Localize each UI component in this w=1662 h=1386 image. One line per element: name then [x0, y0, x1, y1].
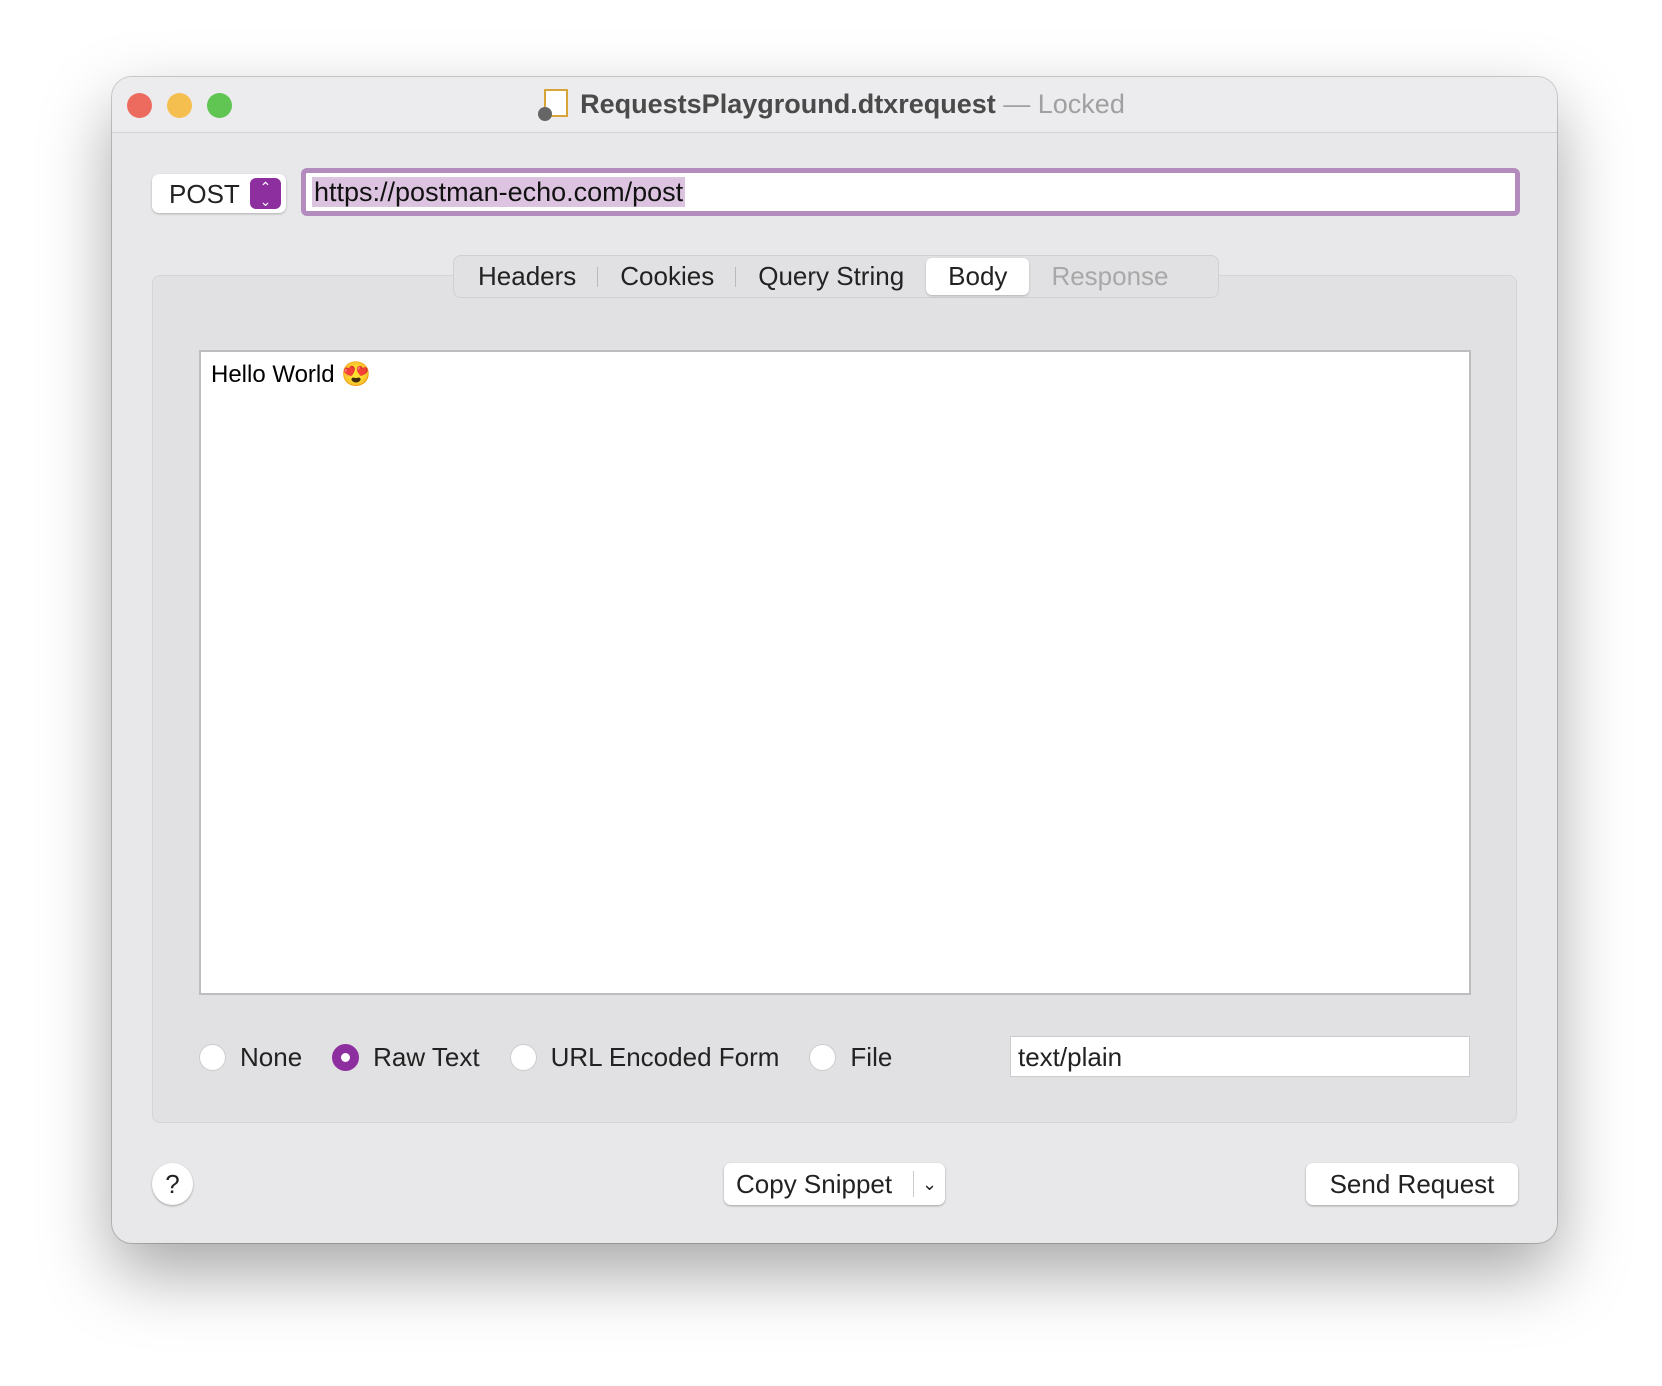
- tab-query-string[interactable]: Query String: [736, 258, 926, 295]
- tab-response: Response: [1051, 261, 1169, 291]
- title-bar: RequestsPlayground.dtxrequest — Locked: [112, 77, 1557, 133]
- copy-snippet-label: Copy Snippet: [736, 1169, 893, 1199]
- content-type-input[interactable]: text/plain: [1010, 1036, 1470, 1077]
- up-down-chevron-icon: ⌃ ⌄: [250, 178, 281, 209]
- radio-button-selected-icon: [332, 1044, 360, 1071]
- app-window: RequestsPlayground.dtxrequest — Locked P…: [112, 77, 1557, 1243]
- chevron-down-icon[interactable]: ⌄: [913, 1171, 945, 1197]
- radio-button-icon: [199, 1044, 226, 1071]
- body-content: Hello World 😍: [211, 361, 372, 388]
- copy-snippet-button[interactable]: Copy Snippet ⌄: [724, 1163, 945, 1205]
- locked-status[interactable]: Locked: [1038, 89, 1125, 119]
- content-type-value: text/plain: [1018, 1042, 1123, 1072]
- body-text-editor[interactable]: Hello World 😍: [199, 350, 1471, 995]
- locked-document-icon: [538, 89, 569, 121]
- radio-file[interactable]: File: [809, 1042, 892, 1073]
- send-request-button[interactable]: Send Request: [1306, 1163, 1518, 1205]
- tab-panel: Hello World 😍 None Raw Text URL Encoded …: [152, 275, 1517, 1123]
- radio-label: Raw Text: [373, 1042, 480, 1072]
- url-input[interactable]: https://postman-echo.com/post: [301, 168, 1520, 216]
- radio-button-icon: [809, 1044, 837, 1071]
- window-title: RequestsPlayground.dtxrequest — Locked: [112, 89, 1557, 121]
- radio-label: None: [240, 1042, 303, 1072]
- url-value: https://postman-echo.com/post: [312, 177, 686, 207]
- radio-button-icon: [509, 1044, 537, 1071]
- help-button[interactable]: ?: [152, 1163, 193, 1205]
- body-type-radio-group: None Raw Text URL Encoded Form File: [199, 1042, 922, 1073]
- radio-label: File: [850, 1042, 893, 1072]
- radio-url-encoded-form[interactable]: URL Encoded Form: [509, 1042, 780, 1073]
- tab-cookies[interactable]: Cookies: [598, 258, 737, 295]
- title-separator: —: [1003, 89, 1031, 119]
- radio-none[interactable]: None: [199, 1042, 302, 1073]
- radio-label: URL Encoded Form: [550, 1042, 780, 1072]
- method-value: POST: [169, 179, 240, 209]
- document-name: RequestsPlayground.dtxrequest: [580, 89, 996, 119]
- radio-raw-text[interactable]: Raw Text: [332, 1042, 480, 1073]
- tab-headers[interactable]: Headers: [456, 258, 599, 295]
- tab-bar: Headers Cookies Query String Body Respon…: [453, 255, 1219, 298]
- method-select[interactable]: POST ⌃ ⌄: [152, 174, 286, 213]
- tab-body[interactable]: Body: [926, 258, 1030, 295]
